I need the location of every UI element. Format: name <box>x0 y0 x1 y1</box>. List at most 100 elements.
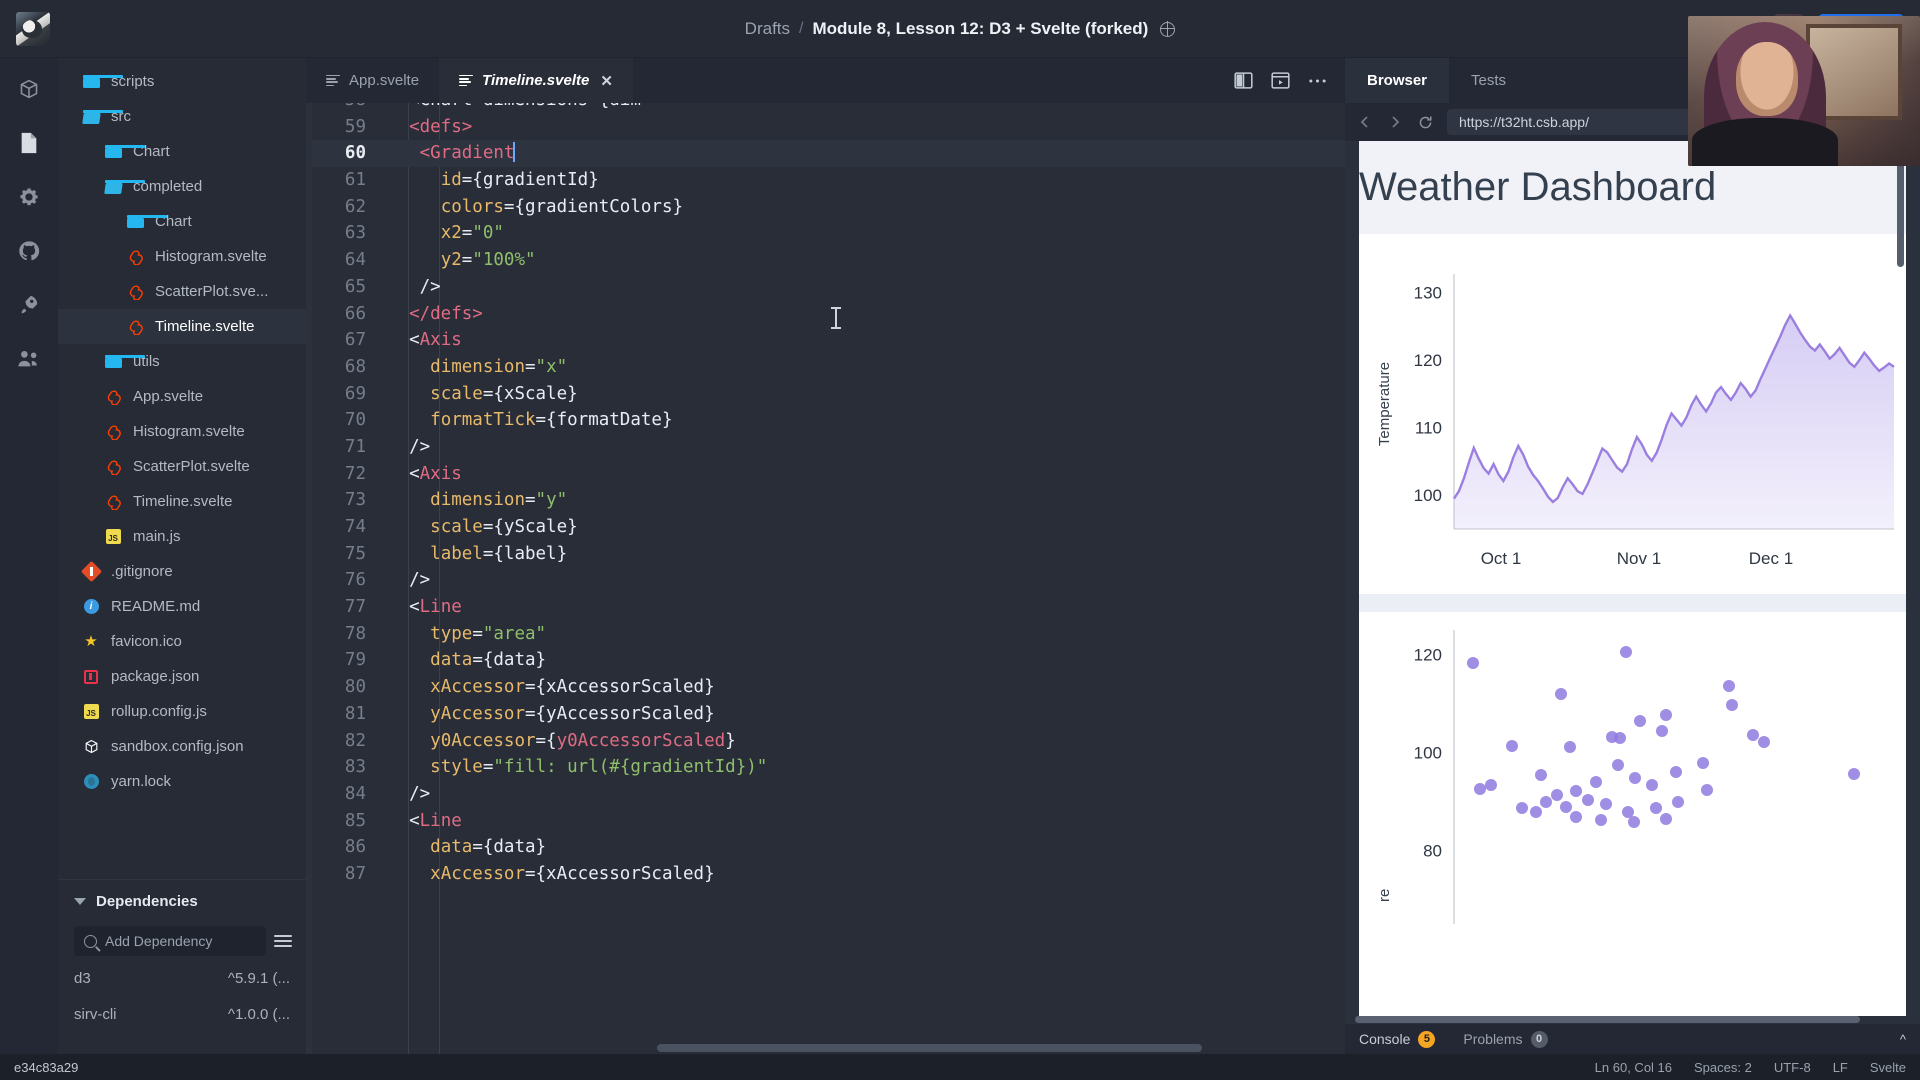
code-line: 59 <defs> <box>312 114 1345 141</box>
user-avatar-logo[interactable] <box>16 11 50 46</box>
file-tree-item-label: Timeline.svelte <box>133 493 233 510</box>
svg-text:110: 110 <box>1415 419 1442 438</box>
preview-horizontal-scrollbar[interactable] <box>1355 1016 1860 1023</box>
editor-tab[interactable]: Timeline.svelte ✕ <box>439 58 633 103</box>
indent-setting[interactable]: Spaces: 2 <box>1694 1060 1752 1075</box>
file-tree-item[interactable]: yarn.lock <box>58 764 306 799</box>
code-line: 73 dimension="y" <box>312 487 1345 514</box>
scatter-chart: 80 100 120 re <box>1359 594 1906 924</box>
code-line: 60 <Gradient <box>312 140 1345 168</box>
reload-icon[interactable] <box>1417 114 1433 130</box>
dependency-row[interactable]: sirv-cli ^1.0.0 (... <box>58 996 306 1032</box>
file-tree-item[interactable]: JS main.js <box>58 519 306 554</box>
add-dependency-input[interactable] <box>105 933 256 949</box>
file-tree-item[interactable]: ★ favicon.ico <box>58 624 306 659</box>
chevron-up-icon[interactable]: ^ <box>1900 1032 1906 1047</box>
gear-icon[interactable] <box>14 182 44 212</box>
file-icon[interactable] <box>14 128 44 158</box>
browser-viewport: Weather Dashboard 100 110 120 130 Temperatur… <box>1345 141 1920 1016</box>
console-tab[interactable]: Console 5 <box>1359 1030 1463 1048</box>
editor-horizontal-scrollbar[interactable] <box>657 1044 1202 1052</box>
console-label: Console <box>1359 1031 1411 1047</box>
file-tree-item[interactable]: sandbox.config.json <box>58 729 306 764</box>
encoding[interactable]: UTF-8 <box>1774 1060 1811 1075</box>
file-tree-item[interactable]: Timeline.svelte <box>58 309 306 344</box>
code-line: 81 yAccessor={yAccessorScaled} <box>312 701 1345 728</box>
globe-icon[interactable] <box>1159 20 1176 37</box>
editor-tabbar: App.svelte Timeline.svelte ✕ <box>306 58 1345 103</box>
code-line: 71 /> <box>312 434 1345 461</box>
file-tree-item[interactable]: App.svelte <box>58 379 306 414</box>
svg-text:Dec 1: Dec 1 <box>1749 549 1793 568</box>
file-tree-item[interactable]: Timeline.svelte <box>58 484 306 519</box>
people-icon[interactable] <box>14 344 44 374</box>
chevron-left-icon[interactable] <box>1357 114 1373 130</box>
dependency-row[interactable]: d3 ^5.9.1 (... <box>58 960 306 996</box>
code-line: 67 <Axis <box>312 327 1345 354</box>
line-number: 58 <box>312 103 388 114</box>
preview-tab[interactable]: Browser <box>1345 58 1450 103</box>
file-tree-item[interactable]: .gitignore <box>58 554 306 589</box>
file-tree-item[interactable]: Chart <box>58 134 306 169</box>
code-line: 77 <Line <box>312 594 1345 621</box>
file-tree-item[interactable]: Histogram.svelte <box>58 239 306 274</box>
code-line: 65 /> <box>312 274 1345 301</box>
file-tree-item[interactable]: completed <box>58 169 306 204</box>
folder-open-icon <box>102 180 145 193</box>
svelte-icon <box>102 389 124 405</box>
line-number: 69 <box>344 383 366 404</box>
file-tree-item[interactable]: src <box>58 99 306 134</box>
line-number: 83 <box>344 757 366 778</box>
breadcrumb-separator: / <box>799 20 804 37</box>
file-tree-item[interactable]: ScatterPlot.sve... <box>58 274 306 309</box>
codesandbox-app: Drafts / Module 8, Lesson 12: D3 + Svelt… <box>0 0 1920 1080</box>
split-pane-icon[interactable] <box>1234 72 1253 89</box>
problems-tab[interactable]: Problems 0 <box>1463 1030 1575 1048</box>
file-tree-item-label: yarn.lock <box>111 773 172 790</box>
code-line: 76 /> <box>312 567 1345 594</box>
file-tree-item[interactable]: Histogram.svelte <box>58 414 306 449</box>
code-line: 82 y0Accessor={y0AccessorScaled} <box>312 728 1345 755</box>
file-tree-item[interactable]: scripts <box>58 64 306 99</box>
hamburger-icon[interactable] <box>274 935 292 947</box>
dependencies-header[interactable]: Dependencies <box>58 880 306 922</box>
close-icon[interactable]: ✕ <box>600 72 613 90</box>
file-tree-item[interactable]: package.json <box>58 659 306 694</box>
add-dependency-search[interactable] <box>74 926 266 956</box>
preview-tab[interactable]: Tests <box>1449 58 1528 103</box>
file-tree-item[interactable]: ScatterPlot.svelte <box>58 449 306 484</box>
file-tree-item-label: App.svelte <box>133 388 204 405</box>
ellipsis-icon[interactable] <box>1308 78 1327 84</box>
line-number: 79 <box>344 650 366 671</box>
chevron-right-icon[interactable] <box>1387 114 1403 130</box>
line-number: 70 <box>344 410 366 431</box>
breadcrumb-drafts[interactable]: Drafts <box>745 19 790 39</box>
file-tree-item-label: .gitignore <box>111 563 173 580</box>
code-line: 78 type="area" <box>312 621 1345 648</box>
top-bar: Drafts / Module 8, Lesson 12: D3 + Svelt… <box>0 0 1920 166</box>
cursor-position[interactable]: Ln 60, Col 16 <box>1595 1060 1672 1075</box>
editor-actions <box>1234 58 1345 103</box>
line-number: 59 <box>344 116 366 137</box>
language-mode[interactable]: Svelte <box>1870 1060 1906 1075</box>
file-tree-item[interactable]: Chart <box>58 204 306 239</box>
line-number: 71 <box>344 436 366 457</box>
file-tree-item-label: Timeline.svelte <box>155 318 255 335</box>
line-number: 75 <box>344 543 366 564</box>
code-line: 62 colors={gradientColors} <box>312 194 1345 221</box>
file-tree-item[interactable]: JS rollup.config.js <box>58 694 306 729</box>
code-area[interactable]: 58 <Chart dimensions={dim59 <defs>60 <Gr… <box>306 103 1345 1054</box>
file-tree-item[interactable]: i README.md <box>58 589 306 624</box>
github-icon[interactable] <box>14 236 44 266</box>
rocket-icon[interactable] <box>14 290 44 320</box>
package-icon <box>80 669 102 684</box>
editor-tab[interactable]: App.svelte <box>306 58 439 103</box>
page-title[interactable]: Module 8, Lesson 12: D3 + Svelte (forked… <box>812 19 1148 39</box>
code-line: 64 y2="100%" <box>312 247 1345 274</box>
preview-window-icon[interactable] <box>1271 72 1290 89</box>
folder-open-icon <box>80 110 123 123</box>
file-tree-item[interactable]: utils <box>58 344 306 379</box>
eol[interactable]: LF <box>1833 1060 1848 1075</box>
file-explorer-sidebar: scripts src Chart completed Chart Histogram.s… <box>58 58 306 1054</box>
cube-icon[interactable] <box>14 74 44 104</box>
